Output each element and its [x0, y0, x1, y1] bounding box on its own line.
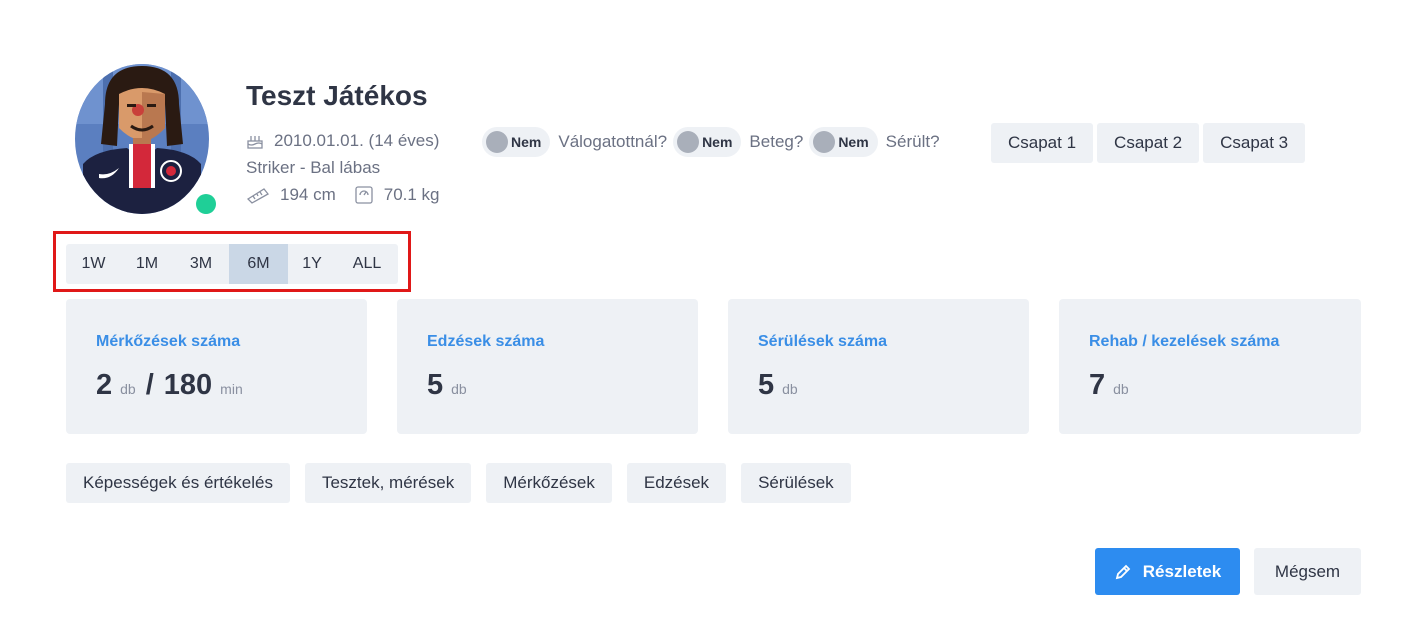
- toggle-knob: [813, 131, 836, 153]
- range-1w[interactable]: 1W: [66, 244, 121, 284]
- team-button-3[interactable]: Csapat 3: [1203, 123, 1306, 163]
- section-tabs: Képességek és értékelés Tesztek, mérések…: [66, 463, 866, 503]
- stat-value-group: 5 db: [758, 369, 798, 402]
- stat-value-group: 2 db / 180 min: [96, 369, 243, 402]
- stat-value-minutes: 180: [163, 369, 213, 401]
- stat-title: Sérülések száma: [758, 333, 887, 350]
- pencil-icon: [1114, 563, 1132, 581]
- stat-value: 5: [758, 369, 775, 401]
- injured-toggle[interactable]: Nem: [809, 127, 878, 157]
- toggle-value: Nem: [702, 134, 733, 150]
- player-name: Teszt Játékos: [246, 80, 428, 111]
- tab-matches[interactable]: Mérkőzések: [486, 463, 612, 503]
- player-avatar: [75, 64, 209, 214]
- stat-card-trainings: Edzések száma 5 db: [397, 299, 698, 434]
- toggle-knob: [677, 131, 700, 153]
- tab-skills[interactable]: Képességek és értékelés: [66, 463, 290, 503]
- stat-unit: db: [451, 381, 467, 397]
- toggle-knob: [486, 131, 508, 153]
- range-all[interactable]: ALL: [336, 244, 398, 284]
- stat-value: 7: [1089, 369, 1106, 401]
- player-height: 194 cm: [280, 185, 336, 204]
- injured-label: Sérült?: [885, 132, 940, 151]
- birthday-cake-icon: [246, 132, 264, 150]
- online-status-dot: [196, 194, 216, 214]
- stat-value: 2: [96, 369, 113, 401]
- player-weight: 70.1 kg: [383, 185, 440, 204]
- scale-icon: [354, 185, 374, 205]
- stat-separator: /: [145, 369, 154, 401]
- sick-toggle[interactable]: Nem: [673, 127, 742, 157]
- birth-date: 2010.01.01. (14 éves): [274, 131, 440, 150]
- position-row: Striker - Bal lábas: [246, 158, 380, 178]
- stat-unit: db: [1113, 381, 1129, 397]
- range-1m[interactable]: 1M: [121, 244, 173, 284]
- measurements-row: 194 cm 70.1 kg: [246, 185, 440, 205]
- ruler-icon: [246, 186, 270, 204]
- team-button-2[interactable]: Csapat 2: [1097, 123, 1200, 163]
- tab-injuries[interactable]: Sérülések: [741, 463, 851, 503]
- cancel-button[interactable]: Mégsem: [1254, 548, 1361, 595]
- birth-row: 2010.01.01. (14 éves): [246, 131, 439, 151]
- team-button-1[interactable]: Csapat 1: [991, 123, 1094, 163]
- stat-unit-minutes: min: [220, 381, 243, 397]
- tab-tests[interactable]: Tesztek, mérések: [304, 463, 472, 503]
- stat-card-injuries: Sérülések száma 5 db: [728, 299, 1029, 434]
- stat-title: Mérkőzések száma: [96, 333, 241, 350]
- tab-trainings[interactable]: Edzések: [626, 463, 727, 503]
- details-button[interactable]: Részletek: [1095, 548, 1240, 595]
- stat-value-group: 7 db: [1089, 369, 1129, 402]
- stat-unit: db: [782, 381, 798, 397]
- stat-title: Rehab / kezelések száma: [1089, 333, 1280, 350]
- toggle-value: Nem: [511, 134, 542, 150]
- stat-value: 5: [427, 369, 444, 401]
- stat-unit: db: [120, 381, 136, 397]
- status-toggles: Nem Válogatottnál? Nem Beteg? Nem Sérült…: [482, 127, 946, 157]
- team-buttons: Csapat 1 Csapat 2 Csapat 3: [991, 123, 1309, 163]
- toggle-value: Nem: [838, 134, 869, 150]
- stat-value-group: 5 db: [427, 369, 467, 402]
- player-position: Striker - Bal lábas: [246, 158, 381, 177]
- details-button-label: Részletek: [1142, 561, 1222, 581]
- stat-card-rehab: Rehab / kezelések száma 7 db: [1059, 299, 1361, 434]
- national-team-label: Válogatottnál?: [558, 132, 668, 151]
- time-range-selector: 1W 1M 3M 6M 1Y ALL: [66, 244, 398, 284]
- national-team-toggle[interactable]: Nem: [482, 127, 551, 157]
- stat-title: Edzések száma: [427, 333, 545, 350]
- sick-label: Beteg?: [749, 132, 804, 151]
- range-3m[interactable]: 3M: [173, 244, 229, 284]
- stat-card-matches: Mérkőzések száma 2 db / 180 min: [66, 299, 367, 434]
- range-6m[interactable]: 6M: [229, 244, 288, 284]
- range-1y[interactable]: 1Y: [288, 244, 336, 284]
